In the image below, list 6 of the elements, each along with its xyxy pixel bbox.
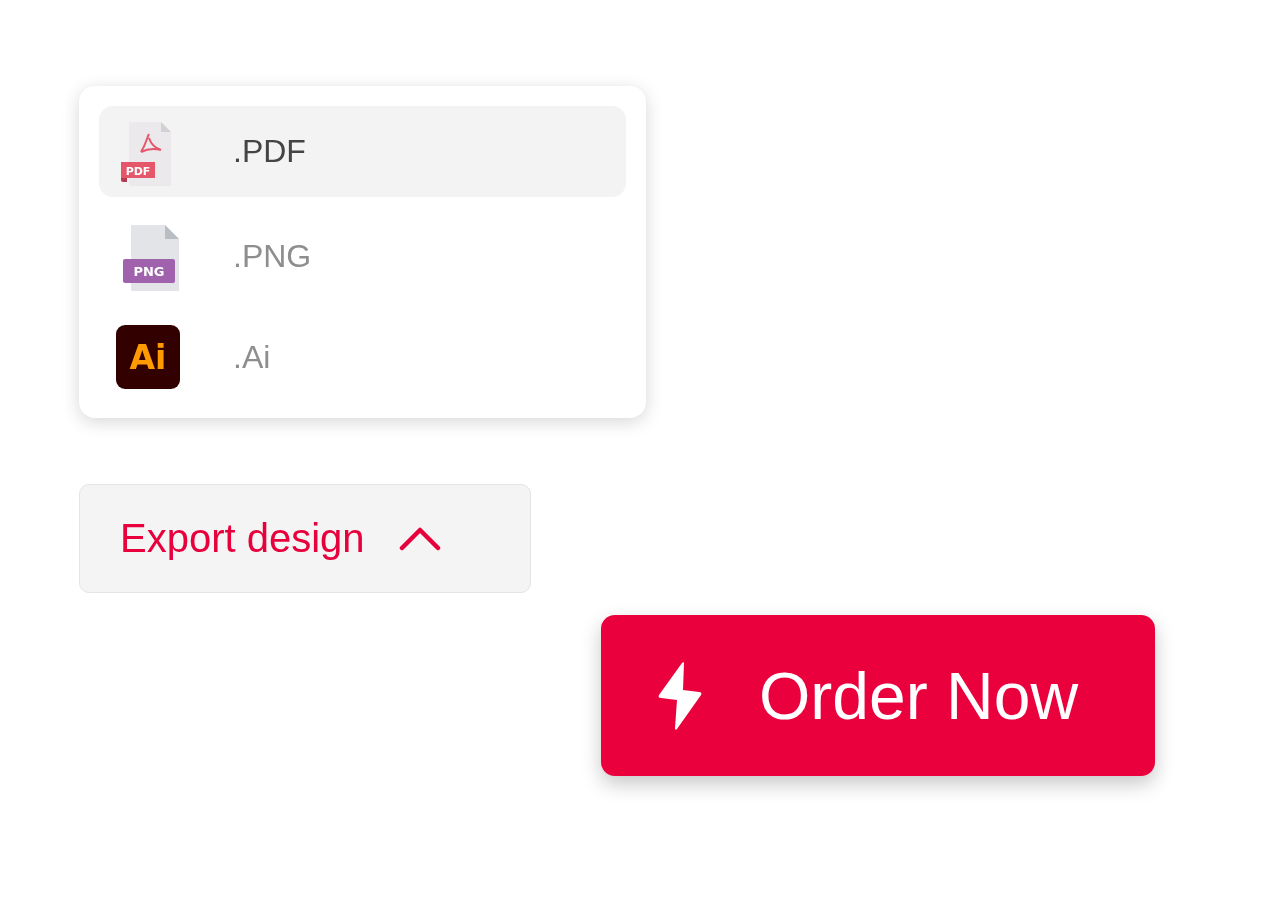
menu-item[interactable]: Ai .Ai [99,316,626,398]
format-label: .PDF [233,133,306,170]
menu-item[interactable]: PDF .PDF [99,106,626,197]
format-label: .PNG [233,238,312,275]
format-label: .Ai [233,338,271,376]
menu-item[interactable]: PNG .PNG [99,211,626,302]
